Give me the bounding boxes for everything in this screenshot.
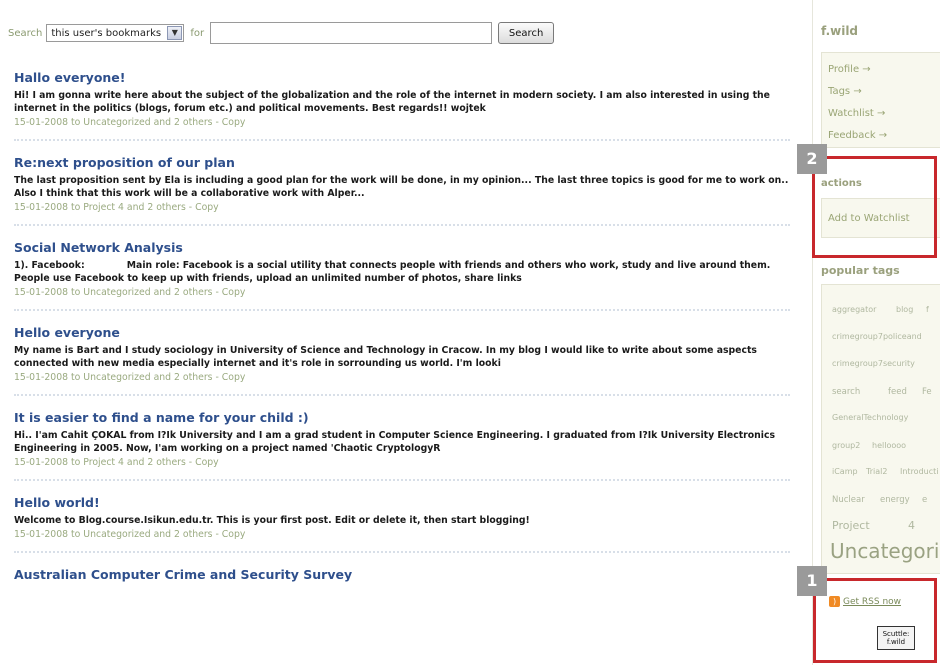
bookmark-item: Hallo everyone! Hi! I am gonna write her… xyxy=(14,70,790,141)
feedback-link[interactable]: Feedback → xyxy=(822,125,940,147)
tag-link[interactable]: crimegroup7policeand xyxy=(832,332,922,341)
bookmark-meta[interactable]: 15-01-2008 to Project 4 and 2 others - C… xyxy=(14,201,790,214)
bookmark-description: The last proposition sent by Ela is incl… xyxy=(14,175,789,199)
bookmark-item: It is easier to find a name for your chi… xyxy=(14,410,790,481)
chevron-down-icon[interactable]: ▼ xyxy=(167,26,183,40)
tag-link[interactable]: 4 xyxy=(908,519,915,532)
bookmark-title[interactable]: Hello world! xyxy=(14,495,790,510)
tag-link[interactable]: Trial2 xyxy=(866,467,887,476)
bookmark-list: Hallo everyone! Hi! I am gonna write her… xyxy=(14,70,790,610)
bookmark-item: Hello everyone My name is Bart and I stu… xyxy=(14,325,790,396)
search-label: Search xyxy=(8,27,43,39)
bookmark-title[interactable]: Social Network Analysis xyxy=(14,240,790,255)
tag-link[interactable]: iCamp xyxy=(832,467,858,476)
search-button[interactable]: Search xyxy=(498,22,555,44)
callout-badge-2: 2 xyxy=(797,144,827,174)
callout-box-1 xyxy=(813,578,937,663)
tag-link[interactable]: group2 xyxy=(832,441,860,450)
search-input[interactable] xyxy=(210,22,493,44)
tag-link[interactable]: helloooo xyxy=(872,441,906,450)
tag-link[interactable]: Uncategori xyxy=(830,539,939,563)
search-scope-select[interactable]: this user's bookmarks ▼ xyxy=(46,24,185,42)
search-scope-value: this user's bookmarks xyxy=(51,27,162,39)
bookmark-description: Hi.. I'am Cahit ÇOKAL from I?Ik Universi… xyxy=(14,430,775,454)
tag-link[interactable]: feed xyxy=(888,387,907,397)
watchlist-link[interactable]: Watchlist → xyxy=(822,103,940,125)
tag-link[interactable]: crimegroup7security xyxy=(832,359,915,368)
tags-link[interactable]: Tags → xyxy=(822,81,940,103)
profile-link[interactable]: Profile → xyxy=(822,59,940,81)
bookmark-meta[interactable]: 15-01-2008 to Uncategorized and 2 others… xyxy=(14,286,790,299)
bookmark-item: Australian Computer Crime and Security S… xyxy=(14,567,790,596)
bookmark-description: Welcome to Blog.course.Isikun.edu.tr. Th… xyxy=(14,515,530,526)
tag-link[interactable]: Introducti xyxy=(900,467,938,476)
tag-link[interactable]: Nuclear xyxy=(832,495,865,505)
search-bar: Search this user's bookmarks ▼ for Searc… xyxy=(8,22,555,44)
bookmark-title[interactable]: Hallo everyone! xyxy=(14,70,790,85)
bookmark-title[interactable]: Australian Computer Crime and Security S… xyxy=(14,567,790,582)
bookmark-meta[interactable]: 15-01-2008 to Uncategorized and 2 others… xyxy=(14,116,790,129)
tag-link[interactable]: f xyxy=(926,305,929,314)
bookmark-meta[interactable]: 15-01-2008 to Uncategorized and 2 others… xyxy=(14,371,790,384)
bookmark-description: 1). Facebook: Main role: Facebook is a s… xyxy=(14,260,774,284)
tag-link[interactable]: energy xyxy=(880,495,910,505)
bookmark-description: My name is Bart and I study sociology in… xyxy=(14,345,757,369)
tag-link[interactable]: aggregator xyxy=(832,305,876,314)
bookmark-meta[interactable]: 15-01-2008 to Project 4 and 2 others - C… xyxy=(14,456,790,469)
popular-tags-heading: popular tags xyxy=(821,264,900,277)
bookmark-item: Hello world! Welcome to Blog.course.Isik… xyxy=(14,495,790,553)
user-links-box: Profile → Tags → Watchlist → Feedback → xyxy=(821,52,940,148)
bookmark-title[interactable]: Hello everyone xyxy=(14,325,790,340)
tag-link[interactable]: Project xyxy=(832,519,870,532)
sidebar: f.wild Profile → Tags → Watchlist → Feed… xyxy=(812,0,940,665)
bookmark-meta[interactable]: 15-01-2008 to Uncategorized and 2 others… xyxy=(14,528,790,541)
bookmark-title[interactable]: Re:next proposition of our plan xyxy=(14,155,790,170)
bookmark-description: Hi! I am gonna write here about the subj… xyxy=(14,90,770,114)
tag-link[interactable]: blog xyxy=(896,305,913,314)
sidebar-username: f.wild xyxy=(821,24,859,38)
tag-link[interactable]: e xyxy=(922,495,927,505)
bookmark-item: Social Network Analysis 1). Facebook: Ma… xyxy=(14,240,790,311)
tag-cloud: aggregator blog f crimegroup7policeand c… xyxy=(821,284,940,574)
bookmark-item: Re:next proposition of our plan The last… xyxy=(14,155,790,226)
bookmark-title[interactable]: It is easier to find a name for your chi… xyxy=(14,410,790,425)
callout-box-2 xyxy=(812,156,937,258)
tag-link[interactable]: GeneralTechnology xyxy=(832,413,908,422)
for-label: for xyxy=(190,27,205,39)
tag-link[interactable]: search xyxy=(832,387,860,397)
tag-link[interactable]: Fe xyxy=(922,387,932,397)
callout-badge-1: 1 xyxy=(797,566,827,596)
